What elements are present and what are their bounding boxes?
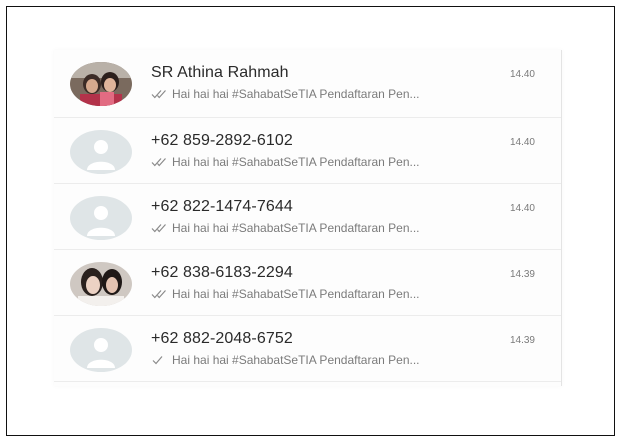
- avatar[interactable]: [70, 328, 132, 372]
- message-preview: Hai hai hai #SahabatSeTIA Pendaftaran Pe…: [151, 353, 420, 367]
- contact-name: +62 859-2892-6102: [151, 132, 293, 149]
- message-preview-text: Hai hai hai #SahabatSeTIA Pendaftaran Pe…: [172, 221, 420, 235]
- avatar-photo-selfie: [70, 262, 132, 306]
- message-preview: Hai hai hai #SahabatSeTIA Pendaftaran Pe…: [151, 87, 420, 101]
- default-avatar-icon: [70, 130, 132, 174]
- double-check-icon: [151, 223, 169, 233]
- chat-row[interactable]: +62 859-2892-6102 14.40 Hai hai hai #Sah…: [54, 118, 561, 184]
- chat-row[interactable]: +62 822-1474-7644 14.40 Hai hai hai #Sah…: [54, 184, 561, 250]
- message-preview-text: Hai hai hai #SahabatSeTIA Pendaftaran Pe…: [172, 353, 420, 367]
- message-preview-text: Hai hai hai #SahabatSeTIA Pendaftaran Pe…: [172, 87, 420, 101]
- message-time: 14.40: [509, 69, 535, 80]
- avatar-photo-couple: [70, 62, 132, 106]
- default-avatar-icon: [70, 328, 132, 372]
- chat-row[interactable]: +62 882-2048-6752 14.39 Hai hai hai #Sah…: [54, 316, 561, 382]
- message-preview: Hai hai hai #SahabatSeTIA Pendaftaran Pe…: [151, 155, 420, 169]
- contact-name: SR Athina Rahmah: [151, 64, 289, 81]
- double-check-icon: [151, 89, 169, 99]
- message-time: 14.40: [509, 137, 535, 148]
- avatar[interactable]: [70, 196, 132, 240]
- message-time: 14.39: [509, 335, 535, 346]
- message-preview-text: Hai hai hai #SahabatSeTIA Pendaftaran Pe…: [172, 155, 420, 169]
- message-preview-text: Hai hai hai #SahabatSeTIA Pendaftaran Pe…: [172, 287, 420, 301]
- message-time: 14.40: [509, 203, 535, 214]
- double-check-icon: [151, 289, 169, 299]
- message-time: 14.39: [509, 269, 535, 280]
- chat-row[interactable]: SR Athina Rahmah 14.40 Hai hai hai #Saha…: [54, 50, 561, 118]
- double-check-icon: [151, 157, 169, 167]
- contact-name: +62 838-6183-2294: [151, 264, 293, 281]
- avatar[interactable]: [70, 130, 132, 174]
- avatar[interactable]: [70, 62, 132, 106]
- message-preview: Hai hai hai #SahabatSeTIA Pendaftaran Pe…: [151, 287, 420, 301]
- avatar[interactable]: [70, 262, 132, 306]
- chat-list: SR Athina Rahmah 14.40 Hai hai hai #Saha…: [54, 50, 562, 386]
- single-check-icon: [151, 355, 169, 365]
- message-preview: Hai hai hai #SahabatSeTIA Pendaftaran Pe…: [151, 221, 420, 235]
- contact-name: +62 822-1474-7644: [151, 198, 293, 215]
- default-avatar-icon: [70, 196, 132, 240]
- contact-name: +62 882-2048-6752: [151, 330, 293, 347]
- chat-row[interactable]: +62 838-6183-2294 14.39 Hai hai hai #Sah…: [54, 250, 561, 316]
